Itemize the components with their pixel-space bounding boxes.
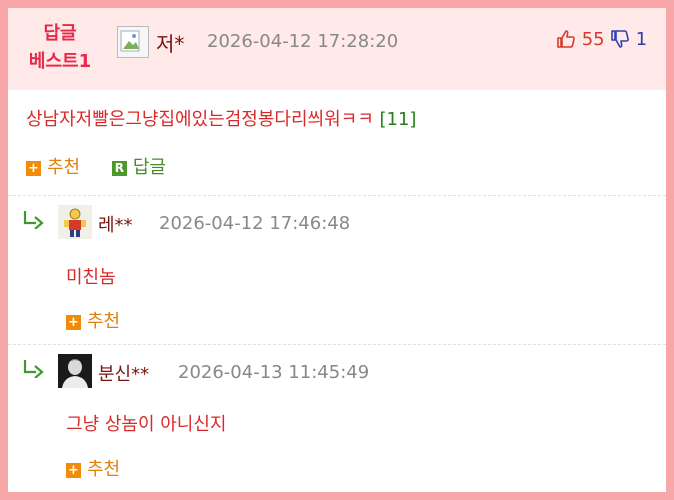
dislike-button[interactable]: 1 xyxy=(610,28,647,52)
reply-arrow-icon xyxy=(23,360,44,378)
best-comment-body: 상남자저빨은그냥집에있는검정봉다리씌워ㅋㅋ xyxy=(26,109,374,130)
plus-icon: + xyxy=(66,315,81,330)
comment-author[interactable]: 분신** xyxy=(98,360,149,386)
thumbs-up-icon xyxy=(557,30,575,48)
avatar[interactable] xyxy=(58,205,92,239)
reply-arrow-icon xyxy=(23,211,44,229)
dislike-count: 1 xyxy=(635,29,648,50)
divider xyxy=(8,344,666,345)
broken-image-avatar-icon xyxy=(117,26,149,58)
reply-count[interactable]: [11] xyxy=(380,109,417,130)
best-reply-button[interactable]: R 답글 xyxy=(111,157,166,178)
like-button[interactable]: 55 xyxy=(556,28,605,52)
comment-actions: + 추천 xyxy=(66,455,120,481)
comment-text: 그냥 상놈이 아니신지 xyxy=(66,414,227,435)
best-label-line2: 베스트1 xyxy=(28,51,92,72)
plus-icon: + xyxy=(26,161,41,176)
plus-icon: + xyxy=(66,463,81,478)
comment-actions: + 추천 xyxy=(66,307,120,333)
reply-label: 답글 xyxy=(132,157,166,178)
best-author-name[interactable]: 저* xyxy=(156,28,184,57)
comment-text: 미친놈 xyxy=(66,267,116,288)
comment-recommend-button[interactable]: + 추천 xyxy=(66,311,120,332)
best-comment-text: 상남자저빨은그냥집에있는검정봉다리씌워ㅋㅋ [11] xyxy=(26,105,416,131)
like-count: 55 xyxy=(581,29,605,50)
recommend-label: 추천 xyxy=(87,459,121,480)
best-recommend-button[interactable]: + 추천 xyxy=(26,157,86,178)
best-label-line1: 답글 xyxy=(43,23,77,44)
reply-r-icon: R xyxy=(111,161,127,176)
comment-recommend-button[interactable]: + 추천 xyxy=(66,459,120,480)
recommend-label: 추천 xyxy=(47,157,81,178)
comment-timestamp: 2026-04-12 17:46:48 xyxy=(159,213,351,234)
best-actions: + 추천 R 답글 xyxy=(26,153,166,179)
avatar[interactable] xyxy=(58,354,92,388)
thumbs-down-icon xyxy=(611,30,629,48)
comment-author[interactable]: 레** xyxy=(98,211,133,237)
comment-timestamp: 2026-04-13 11:45:49 xyxy=(178,362,370,383)
recommend-label: 추천 xyxy=(87,311,121,332)
divider xyxy=(8,195,666,196)
comment-panel: 답글 베스트1 저* 2026-04-12 17:28:20 55 1 상남자저… xyxy=(8,8,666,492)
best-reply-badge: 답글 베스트1 xyxy=(22,20,98,76)
best-comment-header: 답글 베스트1 저* 2026-04-12 17:28:20 55 1 xyxy=(8,8,666,90)
best-timestamp: 2026-04-12 17:28:20 xyxy=(207,31,399,52)
